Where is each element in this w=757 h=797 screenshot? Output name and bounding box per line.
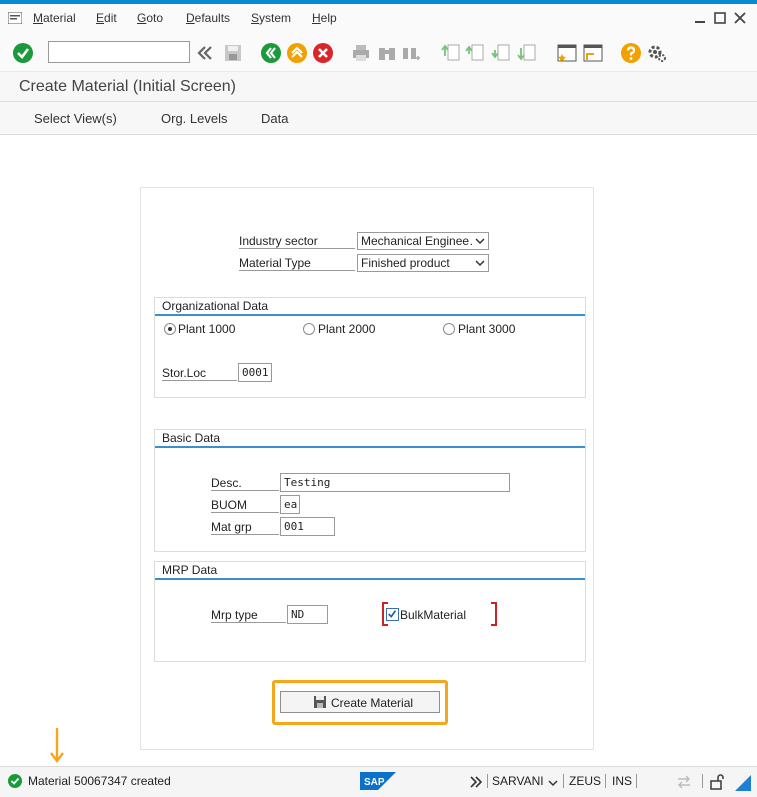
group-divider — [155, 578, 585, 580]
status-separator — [636, 774, 637, 788]
annotation-arrow-down-icon — [50, 728, 64, 763]
success-check-icon — [8, 774, 22, 788]
expand-right-icon[interactable] — [469, 776, 483, 788]
org-levels-button[interactable]: Org. Levels — [161, 111, 227, 126]
plant-2000-radio[interactable] — [303, 323, 315, 335]
transfer-arrows-icon[interactable] — [676, 775, 692, 789]
save-icon[interactable] — [222, 42, 244, 64]
next-page-icon[interactable] — [490, 42, 512, 64]
menu-help[interactable]: Help — [312, 11, 337, 25]
create-material-button-label: Create Material — [331, 696, 414, 710]
material-type-label: Material Type — [239, 256, 355, 271]
mrp-data-title: MRP Data — [162, 563, 218, 577]
bulk-material-checkbox[interactable] — [386, 608, 399, 621]
chevron-down-icon[interactable] — [474, 257, 486, 269]
checkmark-icon — [388, 610, 397, 618]
command-field[interactable] — [48, 41, 190, 63]
storloc-input[interactable]: 0001 — [238, 363, 272, 382]
collapse-left-icon[interactable] — [194, 42, 216, 64]
org-data-group: Organizational Data — [154, 297, 586, 398]
help-icon[interactable] — [620, 42, 642, 64]
chevron-down-icon[interactable] — [474, 235, 486, 247]
print-icon[interactable] — [350, 42, 372, 64]
industry-sector-select[interactable]: Mechanical Enginee… — [357, 232, 489, 250]
minimize-icon[interactable] — [692, 10, 708, 26]
matgrp-label: Mat grp — [211, 520, 279, 535]
plant-1000-label: Plant 1000 — [178, 322, 236, 336]
desc-label: Desc. — [211, 476, 279, 491]
chevron-down-icon[interactable] — [547, 778, 559, 788]
new-session-icon[interactable] — [556, 42, 578, 64]
buom-label: BUOM — [211, 498, 279, 513]
menu-goto[interactable]: Goto — [137, 11, 163, 25]
plant-1000-radio[interactable] — [164, 323, 176, 335]
menu-material[interactable]: Material — [33, 11, 76, 25]
cancel-icon[interactable] — [312, 42, 334, 64]
exit-icon[interactable] — [286, 42, 308, 64]
sap-logo: SAP — [360, 772, 396, 790]
previous-page-icon[interactable] — [464, 42, 486, 64]
close-icon[interactable] — [732, 10, 748, 26]
menu-defaults[interactable]: Defaults — [186, 11, 230, 25]
create-material-highlight: Create Material — [272, 680, 448, 725]
svg-text:SAP: SAP — [364, 777, 385, 788]
status-separator — [487, 774, 488, 788]
plant-3000-label: Plant 3000 — [458, 322, 516, 336]
focus-bracket-right — [491, 602, 497, 626]
find-icon[interactable] — [376, 42, 398, 64]
org-data-title: Organizational Data — [162, 299, 269, 313]
create-material-button[interactable]: Create Material — [280, 691, 440, 713]
first-page-icon[interactable] — [440, 42, 462, 64]
group-divider — [155, 314, 585, 316]
status-bar: Material 50067347 created SAP SARVANI ZE… — [0, 766, 757, 797]
storloc-label: Stor.Loc — [162, 366, 237, 381]
mrp-type-input[interactable]: ND — [287, 605, 328, 624]
status-message[interactable]: Material 50067347 created — [28, 774, 171, 788]
plant-2000-label: Plant 2000 — [318, 322, 376, 336]
last-page-icon[interactable] — [516, 42, 538, 64]
bulk-material-label: BulkMaterial — [400, 608, 467, 622]
title-bar: Create Material (Initial Screen) — [0, 72, 757, 102]
menu-bar: Material Edit Goto Defaults System Help — [0, 4, 757, 34]
maximize-icon[interactable] — [712, 10, 728, 26]
matgrp-input[interactable]: 001 — [280, 517, 335, 536]
data-button[interactable]: Data — [261, 111, 288, 126]
page-title: Create Material (Initial Screen) — [19, 78, 236, 95]
system-toolbar — [0, 34, 757, 72]
desc-input[interactable]: Testing — [280, 473, 510, 492]
resize-grip-icon[interactable] — [735, 775, 751, 791]
status-user: SARVANI — [492, 774, 544, 788]
plant-3000-radio[interactable] — [443, 323, 455, 335]
material-type-select[interactable]: Finished product — [357, 254, 489, 272]
buom-input[interactable]: ea — [280, 495, 300, 514]
group-divider — [155, 446, 585, 448]
menu-system[interactable]: System — [251, 11, 291, 25]
select-views-button[interactable]: Select View(s) — [34, 111, 117, 126]
menu-edit[interactable]: Edit — [96, 11, 117, 25]
shortcut-icon[interactable] — [582, 42, 604, 64]
enter-check-icon[interactable] — [12, 42, 34, 64]
status-system: ZEUS — [569, 774, 602, 788]
application-toolbar: Select View(s) Org. Levels Data — [0, 102, 757, 135]
mrp-type-label: Mrp type — [211, 608, 286, 623]
basic-data-title: Basic Data — [162, 431, 221, 445]
system-menu-icon[interactable] — [8, 12, 22, 24]
settings-gear-icon[interactable] — [646, 42, 668, 64]
lock-open-icon[interactable] — [710, 774, 724, 790]
industry-sector-label: Industry sector — [239, 234, 355, 249]
back-icon[interactable] — [260, 42, 282, 64]
status-separator — [605, 774, 606, 788]
status-separator — [563, 774, 564, 788]
status-separator — [702, 774, 703, 788]
find-next-icon[interactable] — [400, 42, 422, 64]
status-mode: INS — [612, 774, 633, 788]
save-icon — [314, 696, 326, 708]
